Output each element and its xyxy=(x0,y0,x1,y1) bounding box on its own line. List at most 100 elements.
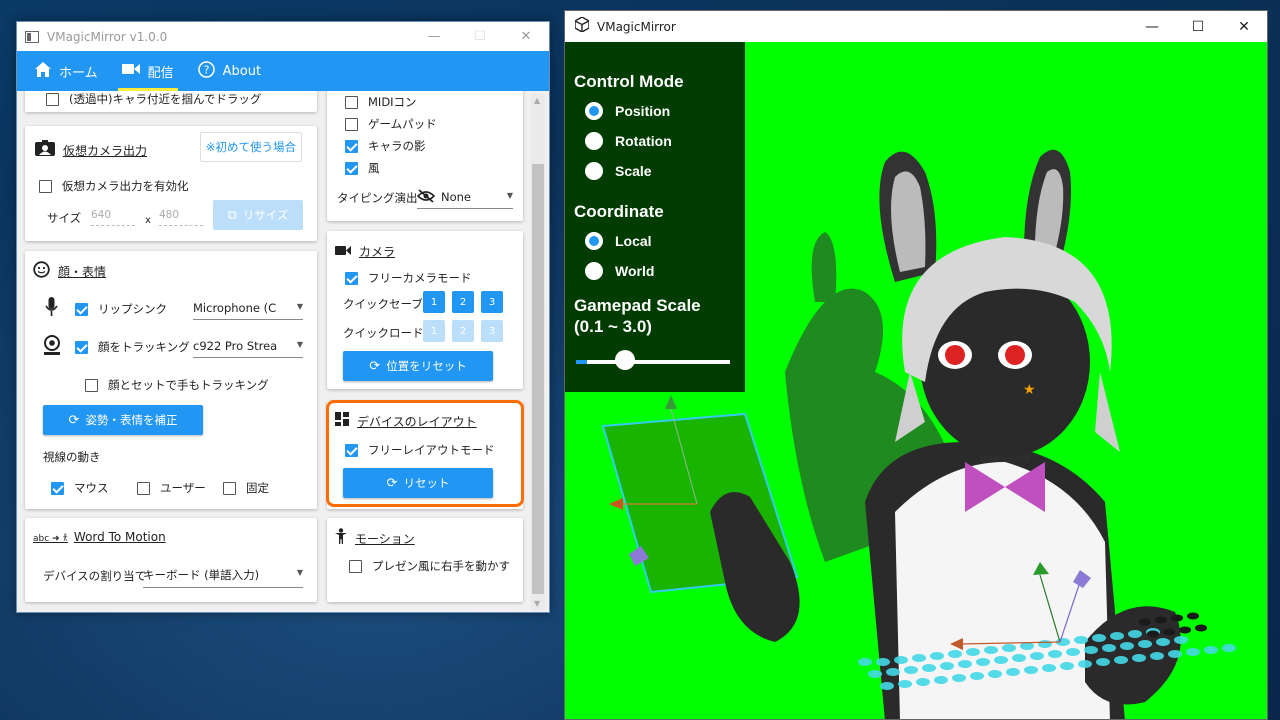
control-mode-rotation[interactable]: Rotation xyxy=(585,132,672,150)
gaze-fixed-checkbox[interactable] xyxy=(223,481,236,495)
rotation-radio[interactable] xyxy=(585,132,603,150)
tab-about[interactable]: ? About xyxy=(194,51,275,91)
face-tracking-checkbox[interactable] xyxy=(75,340,88,354)
gaze-fixed[interactable]: 固定 xyxy=(223,480,269,496)
device-assign-select[interactable]: キーボード (単語入力) xyxy=(143,567,303,588)
drag-checkbox[interactable] xyxy=(46,92,59,106)
virtual-camera-help-button[interactable]: ※初めて使う場合 xyxy=(200,132,302,162)
midi-option[interactable]: MIDIコン xyxy=(345,94,417,110)
width-field[interactable]: 640 xyxy=(91,209,135,226)
refresh-icon: ⟳ xyxy=(369,358,381,374)
position-radio[interactable] xyxy=(585,102,603,120)
quick-load-label: クイックロード xyxy=(343,326,424,340)
scroll-up-icon[interactable]: ▲ xyxy=(534,96,540,105)
scale-label: Scale xyxy=(615,163,652,179)
drag-option[interactable]: (透過中)キャラ付近を掴んでドラッグ xyxy=(46,91,261,107)
microphone-select[interactable]: Microphone (C xyxy=(193,301,303,320)
camera-title: カメラ xyxy=(335,242,395,260)
typing-effect-select[interactable]: None xyxy=(417,190,513,209)
avatar-left-hand xyxy=(710,492,800,642)
lipsync-option[interactable]: リップシンク xyxy=(75,301,167,317)
height-field[interactable]: 480 xyxy=(159,209,203,226)
virtual-camera-enable-checkbox[interactable] xyxy=(39,179,52,193)
gamepad-scale-slider[interactable] xyxy=(576,360,730,364)
quick-load-1-button[interactable]: 1 xyxy=(423,320,445,342)
scroll-down-icon[interactable]: ▼ xyxy=(534,599,540,608)
virtual-camera-enable[interactable]: 仮想カメラ出力を有効化 xyxy=(39,178,189,194)
avatar-minimize-button[interactable]: — xyxy=(1129,11,1175,42)
quick-load-2-button[interactable]: 2 xyxy=(452,320,474,342)
help-icon: ? xyxy=(197,60,215,82)
virtual-camera-enable-label: 仮想カメラ出力を有効化 xyxy=(62,179,189,193)
presentation-option[interactable]: プレゼン風に右手を動かす xyxy=(349,558,510,574)
settings-window-title: VMagicMirror v1.0.0 xyxy=(47,29,168,44)
local-radio[interactable] xyxy=(585,232,603,250)
avatar-left-iris xyxy=(945,345,965,365)
avatar-window: VMagicMirror — ☐ ✕ ★ Control Mode Positi… xyxy=(564,10,1268,720)
tab-home[interactable]: ホーム xyxy=(31,51,112,91)
camera-select[interactable]: c922 Pro Strea xyxy=(193,339,303,358)
gamepad-scale-range: (0.1 ~ 3.0) xyxy=(574,317,652,336)
camera-reset-button[interactable]: ⟳ 位置をリセット xyxy=(343,351,493,381)
tablet-gizmo-y-handle xyxy=(665,395,677,409)
gamepad-scale-fill xyxy=(576,360,587,364)
camera-title-text: カメラ xyxy=(359,244,396,259)
quick-load-3-button[interactable]: 3 xyxy=(481,320,503,342)
presentation-checkbox[interactable] xyxy=(349,559,362,573)
gamepad-checkbox[interactable] xyxy=(345,117,358,131)
word-to-motion-title: abc ➜ 𐀪 Word To Motion xyxy=(33,530,166,544)
gaze-mouse-checkbox[interactable] xyxy=(51,481,64,495)
gamepad-option[interactable]: ゲームパッド xyxy=(345,116,437,132)
gamepad-scale-title: Gamepad Scale xyxy=(574,296,701,315)
resize-button[interactable]: ⧉ リサイズ xyxy=(213,200,303,230)
lipsync-checkbox[interactable] xyxy=(75,302,88,316)
tablet-gizmo-x-handle xyxy=(609,498,623,510)
midi-checkbox[interactable] xyxy=(345,95,358,109)
gaze-user[interactable]: ユーザー xyxy=(137,480,206,496)
resize-button-label: リサイズ xyxy=(242,208,289,222)
avatar-close-button[interactable]: ✕ xyxy=(1221,11,1267,42)
free-camera-option[interactable]: フリーカメラモード xyxy=(345,270,472,286)
quick-save-2-button[interactable]: 2 xyxy=(452,291,474,313)
gaze-user-checkbox[interactable] xyxy=(137,481,150,495)
coordinate-world[interactable]: World xyxy=(585,262,654,280)
scrollbar-thumb[interactable] xyxy=(532,164,544,594)
gamepad-scale-knob[interactable] xyxy=(614,350,635,370)
hand-tracking-option[interactable]: 顔とセットで手もトラッキング xyxy=(85,377,269,393)
world-radio[interactable] xyxy=(585,262,603,280)
control-mode-scale[interactable]: Scale xyxy=(585,162,652,180)
calibrate-button[interactable]: ⟳ 姿勢・表情を補正 xyxy=(43,405,203,435)
drag-card: (透過中)キャラ付近を掴んでドラッグ xyxy=(25,91,317,112)
home-icon xyxy=(35,61,51,81)
shadow-option[interactable]: キャラの影 xyxy=(345,138,426,154)
avatar-window-title: VMagicMirror xyxy=(597,19,676,34)
wind-option[interactable]: 風 xyxy=(345,160,380,176)
gaze-mouse-label: マウス xyxy=(74,481,109,495)
settings-scrollbar[interactable]: ▲ ▼ xyxy=(531,94,545,610)
world-label: World xyxy=(615,263,655,279)
minimize-button[interactable]: — xyxy=(411,22,457,51)
quick-save-1-button[interactable]: 1 xyxy=(423,291,445,313)
gaze-fixed-label: 固定 xyxy=(246,481,269,495)
coordinate-local[interactable]: Local xyxy=(585,232,652,250)
free-camera-checkbox[interactable] xyxy=(345,271,358,285)
face-title: 顔・表情 xyxy=(33,261,106,282)
svg-text:?: ? xyxy=(203,63,209,76)
control-mode-position[interactable]: Position xyxy=(585,102,670,120)
shadow-checkbox[interactable] xyxy=(345,139,358,153)
gaze-mouse[interactable]: マウス xyxy=(51,480,109,496)
quick-save-3-button[interactable]: 3 xyxy=(481,291,503,313)
face-title-text: 顔・表情 xyxy=(58,265,107,279)
face-tracking-option[interactable]: 顔をトラッキング xyxy=(75,339,190,355)
hand-tracking-checkbox[interactable] xyxy=(85,378,98,392)
settings-titlebar[interactable]: VMagicMirror v1.0.0 — ☐ ✕ xyxy=(17,22,549,51)
maximize-button[interactable]: ☐ xyxy=(457,22,503,51)
tab-stream[interactable]: 配信 xyxy=(117,51,188,91)
avatar-maximize-button[interactable]: ☐ xyxy=(1175,11,1221,42)
device-layout-highlight xyxy=(326,400,524,507)
scale-radio[interactable] xyxy=(585,162,603,180)
close-button[interactable]: ✕ xyxy=(503,22,549,51)
avatar-titlebar[interactable]: VMagicMirror — ☐ ✕ xyxy=(565,11,1267,42)
wind-checkbox[interactable] xyxy=(345,161,358,175)
settings-window: VMagicMirror v1.0.0 — ☐ ✕ ホーム 配信 ? About xyxy=(16,21,550,613)
